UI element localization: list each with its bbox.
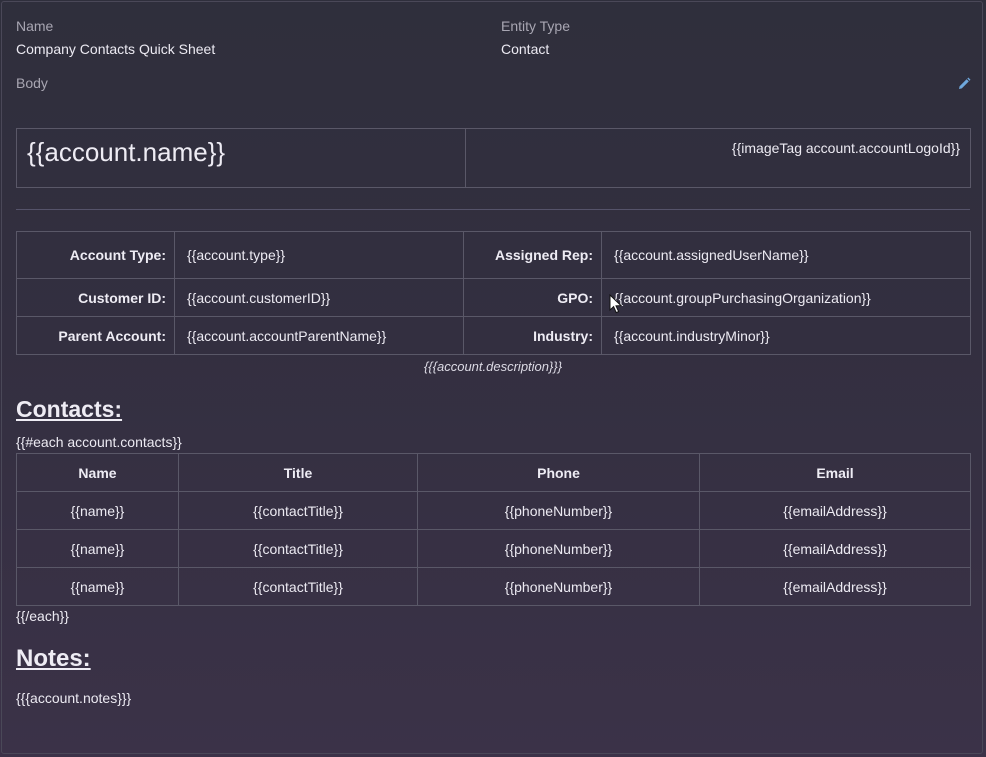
info-value: {{account.industryMinor}} — [601, 316, 971, 355]
info-label: Account Type: — [16, 231, 175, 279]
info-label: Parent Account: — [16, 316, 175, 355]
cell-title: {{contactTitle}} — [178, 529, 418, 568]
cell-title: {{contactTitle}} — [178, 567, 418, 606]
info-row: Parent Account: {{account.accountParentN… — [16, 316, 971, 355]
contacts-table: Name Title Phone Email {{name}} {{contac… — [16, 453, 971, 606]
entity-type-label: Entity Type — [501, 18, 571, 34]
column-header-phone: Phone — [417, 453, 700, 492]
table-row: {{name}} {{contactTitle}} {{phoneNumber}… — [16, 567, 971, 606]
entity-type-value: Contact — [501, 41, 550, 57]
info-row: Customer ID: {{account.customerID}} GPO:… — [16, 278, 971, 317]
info-label: Assigned Rep: — [463, 231, 602, 279]
cell-phone: {{phoneNumber}} — [417, 529, 700, 568]
cell-phone: {{phoneNumber}} — [417, 491, 700, 530]
contacts-header-row: Name Title Phone Email — [16, 453, 971, 492]
info-value: {{account.groupPurchasingOrganization}} — [601, 278, 971, 317]
cell-name: {{name}} — [16, 567, 179, 606]
table-row: {{name}} {{contactTitle}} {{phoneNumber}… — [16, 529, 971, 568]
pencil-icon[interactable] — [957, 77, 971, 91]
divider — [16, 209, 970, 210]
info-value: {{account.assignedUserName}} — [601, 231, 971, 279]
name-value: Company Contacts Quick Sheet — [16, 41, 216, 57]
template-panel — [1, 1, 983, 754]
cell-email: {{emailAddress}} — [699, 491, 971, 530]
each-close-tag: {{/each}} — [16, 608, 69, 624]
account-notes: {{{account.notes}}} — [16, 690, 132, 706]
column-header-name: Name — [16, 453, 179, 492]
body-label: Body — [16, 75, 48, 91]
info-value: {{account.accountParentName}} — [174, 316, 464, 355]
column-header-title: Title — [178, 453, 418, 492]
info-label: Industry: — [463, 316, 602, 355]
info-label: Customer ID: — [16, 278, 175, 317]
cell-name: {{name}} — [16, 529, 179, 568]
cell-name: {{name}} — [16, 491, 179, 530]
cell-title: {{contactTitle}} — [178, 491, 418, 530]
each-open-tag: {{#each account.contacts}} — [16, 434, 182, 450]
table-row: {{name}} {{contactTitle}} {{phoneNumber}… — [16, 491, 971, 530]
info-label: GPO: — [463, 278, 602, 317]
cell-email: {{emailAddress}} — [699, 567, 971, 606]
account-logo-cell: {{imageTag account.accountLogoId}} — [465, 128, 971, 188]
name-label: Name — [16, 18, 54, 34]
column-header-email: Email — [699, 453, 971, 492]
notes-heading: Notes: — [16, 645, 91, 672]
cell-email: {{emailAddress}} — [699, 529, 971, 568]
account-name-cell: {{account.name}} — [16, 128, 466, 188]
header-table: {{account.name}} {{imageTag account.acco… — [16, 128, 971, 188]
account-description: {{{account.description}}} — [423, 359, 563, 374]
account-info-table: Account Type: {{account.type}} Assigned … — [16, 231, 971, 355]
info-value: {{account.customerID}} — [174, 278, 464, 317]
info-row: Account Type: {{account.type}} Assigned … — [16, 231, 971, 279]
contacts-heading: Contacts: — [16, 396, 123, 422]
cell-phone: {{phoneNumber}} — [417, 567, 700, 606]
info-value: {{account.type}} — [174, 231, 464, 279]
mouse-pointer-icon — [609, 293, 623, 314]
